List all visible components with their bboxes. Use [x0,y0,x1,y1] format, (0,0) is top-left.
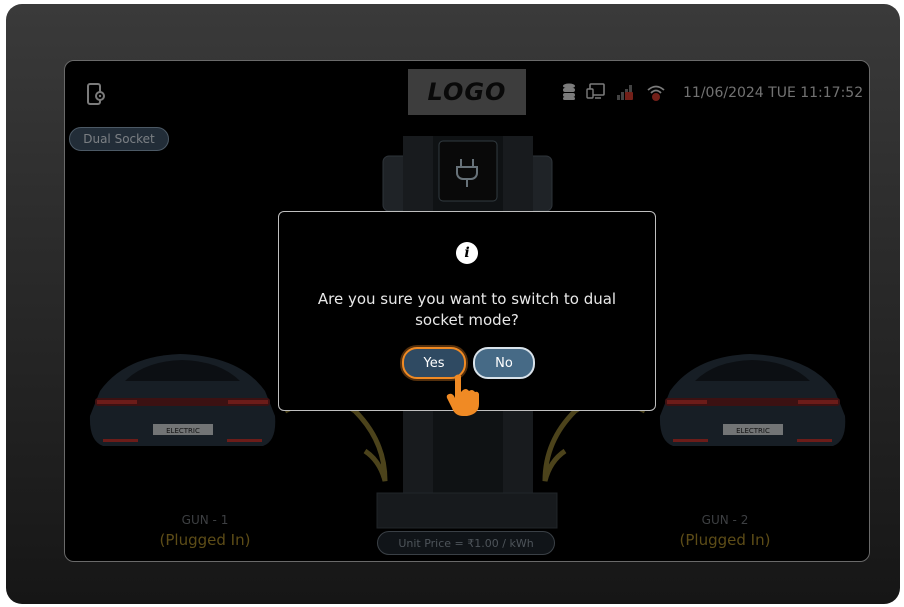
pointer-hand-icon [446,374,479,416]
device-frame: LOGO 11/06/2024 TUE 11:17:52 Dual Socket… [6,4,900,604]
no-button[interactable]: No [473,347,535,379]
confirm-dialog: i Are you sure you want to switch to dua… [278,211,656,416]
info-icon: i [456,242,478,264]
dialog-message: Are you sure you want to switch to dual … [317,290,617,329]
charger-screen: LOGO 11/06/2024 TUE 11:17:52 Dual Socket… [64,60,870,562]
